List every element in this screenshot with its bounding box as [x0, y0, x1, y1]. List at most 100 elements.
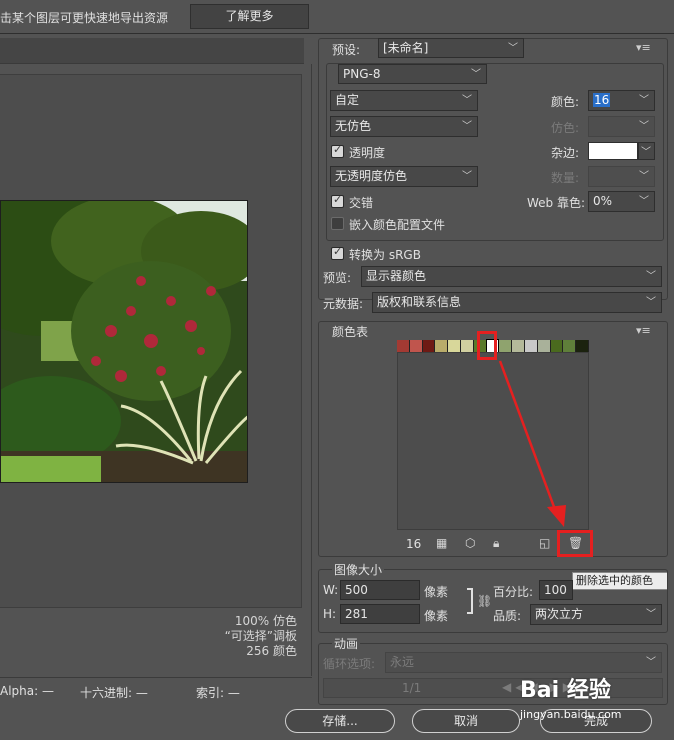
chevron-down-icon: ﹀ — [462, 171, 472, 182]
annotation-arrow — [498, 360, 566, 527]
transparency-label: 透明度 — [349, 146, 386, 160]
chevron-down-icon: ﹀ — [639, 171, 649, 182]
chevron-down-icon: ﹀ — [639, 95, 649, 106]
chevron-down-icon: ﹀ — [646, 271, 656, 282]
web-shift-icon[interactable]: ⬡ — [465, 536, 475, 550]
dither-amount-field: ﹀ — [588, 116, 655, 137]
colors-info: 256 颜色 — [246, 644, 297, 658]
preview-info: 100% 仿色 “可选择”调板 256 颜色 — [225, 614, 297, 659]
chevron-down-icon: ﹀ — [462, 95, 472, 106]
save-button[interactable]: 存储... — [285, 709, 395, 733]
palette-info: “可选择”调板 — [224, 629, 297, 643]
color-table-menu-icon[interactable]: ▾≡ — [636, 324, 651, 337]
chevron-down-icon: ﹀ — [639, 121, 649, 132]
panel-menu-icon[interactable]: ▾≡ — [636, 41, 651, 54]
watermark-url: jingyan.baidu.com — [520, 708, 622, 721]
trash-icon[interactable]: 🗑︎ — [568, 536, 583, 550]
color-reduction-select[interactable]: 自定 ﹀ — [330, 90, 478, 111]
map-to-transparent-icon[interactable]: ▦ — [436, 536, 447, 550]
loop-value: 永远 — [390, 655, 415, 669]
width-input[interactable]: 500 — [340, 580, 420, 600]
format-value: PNG-8 — [343, 67, 381, 81]
color-swatch[interactable] — [409, 340, 422, 352]
preset-select[interactable]: [未命名] ﹀ — [378, 38, 524, 58]
alpha-readout: Alpha: — — [0, 684, 54, 698]
preset-label: 预设: — [332, 43, 361, 57]
image-size-title: 图像大小 — [332, 561, 385, 578]
color-swatch[interactable] — [397, 340, 409, 352]
transparency-dither-select[interactable]: 无透明度仿色 ﹀ — [330, 166, 478, 187]
check-icon: ✓ — [333, 143, 343, 156]
height-input[interactable]: 281 — [340, 604, 420, 624]
amount-label: 数量: — [551, 171, 580, 185]
color-swatch[interactable] — [512, 340, 524, 352]
quality-label: 品质: — [493, 609, 522, 623]
metadata-select[interactable]: 版权和联系信息 ﹀ — [372, 292, 662, 313]
learn-more-button[interactable]: 了解更多 — [190, 4, 309, 29]
aspect-bracket — [467, 588, 473, 614]
animation-title: 动画 — [332, 635, 361, 652]
chevron-down-icon: ﹀ — [646, 657, 656, 668]
percent-input[interactable]: 100 — [539, 580, 573, 600]
chevron-down-icon: ﹀ — [639, 196, 649, 207]
color-swatch[interactable] — [435, 340, 448, 352]
height-unit: 像素 — [424, 609, 449, 623]
format-select[interactable]: PNG-8 ﹀ — [338, 64, 487, 84]
loop-label: 循环选项: — [323, 657, 376, 671]
color-swatch[interactable] — [563, 340, 576, 352]
color-swatch[interactable] — [550, 340, 563, 352]
web-snap-value: 0% — [593, 194, 613, 208]
matte-color-swatch[interactable] — [588, 142, 638, 160]
interlaced-checkbox[interactable]: ✓ — [331, 193, 344, 208]
loop-select: 永远 ﹀ — [385, 652, 662, 673]
color-swatch[interactable] — [448, 340, 460, 352]
color-swatch[interactable] — [499, 340, 512, 352]
preview-select[interactable]: 显示器颜色 ﹀ — [361, 266, 662, 287]
transparency-checkbox[interactable]: ✓ — [331, 143, 344, 158]
convert-srgb-checkbox[interactable]: ✓ — [331, 245, 344, 260]
dither-label: 仿色: — [551, 121, 580, 135]
check-icon: ✓ — [333, 193, 343, 206]
chevron-down-icon: ﹀ — [462, 121, 472, 132]
new-color-icon[interactable]: ◱ — [539, 536, 550, 550]
index-readout: 索引: — — [196, 686, 240, 700]
embed-profile-checkbox[interactable] — [331, 217, 344, 230]
colors-value: 16 — [593, 93, 611, 107]
color-swatch[interactable] — [525, 340, 537, 352]
hex-readout: 十六进制: — — [80, 686, 148, 700]
metadata-label: 元数据: — [323, 297, 364, 311]
color-table-title: 颜色表 — [332, 325, 369, 339]
cancel-button[interactable]: 取消 — [412, 709, 520, 733]
frame-controls — [323, 678, 663, 698]
color-reduction-value: 自定 — [335, 93, 360, 107]
web-snap-select[interactable]: 0% ﹀ — [588, 191, 655, 212]
interlaced-label: 交错 — [349, 196, 374, 210]
dither-info: 100% 仿色 — [234, 614, 297, 628]
garden-photo — [1, 201, 247, 482]
matte-label: 杂边: — [551, 146, 580, 160]
divider — [0, 677, 312, 678]
chevron-down-icon: ﹀ — [471, 69, 481, 80]
color-swatch[interactable] — [576, 340, 588, 352]
height-label: H: — [323, 607, 337, 621]
dither-algorithm-select[interactable]: 无仿色 ﹀ — [330, 116, 478, 137]
quality-value: 两次立方 — [535, 607, 584, 621]
preset-value: [未命名] — [383, 41, 429, 55]
amount-field: ﹀ — [588, 166, 655, 187]
color-swatch[interactable] — [422, 340, 435, 352]
chevron-down-icon: ﹀ — [646, 609, 656, 620]
lock-icon[interactable]: 🔒︎ — [493, 536, 499, 551]
preview-label: 预览: — [323, 271, 352, 285]
convert-srgb-label: 转换为 sRGB — [349, 248, 421, 262]
preview-image[interactable] — [0, 200, 248, 483]
color-swatch[interactable] — [461, 340, 473, 352]
preview-value: 显示器颜色 — [366, 269, 427, 283]
color-swatch[interactable] — [537, 340, 550, 352]
top-hint-text: 击某个图层可更快速地导出资源 — [0, 11, 169, 25]
colors-select[interactable]: 16 ﹀ — [588, 90, 655, 111]
link-icon[interactable]: ⛓ — [477, 594, 492, 608]
quality-select[interactable]: 两次立方 ﹀ — [530, 604, 662, 625]
matte-dropdown[interactable]: ﹀ — [638, 142, 655, 160]
embed-profile-label: 嵌入颜色配置文件 — [349, 218, 446, 232]
web-snap-label: Web 靠色: — [527, 196, 586, 210]
